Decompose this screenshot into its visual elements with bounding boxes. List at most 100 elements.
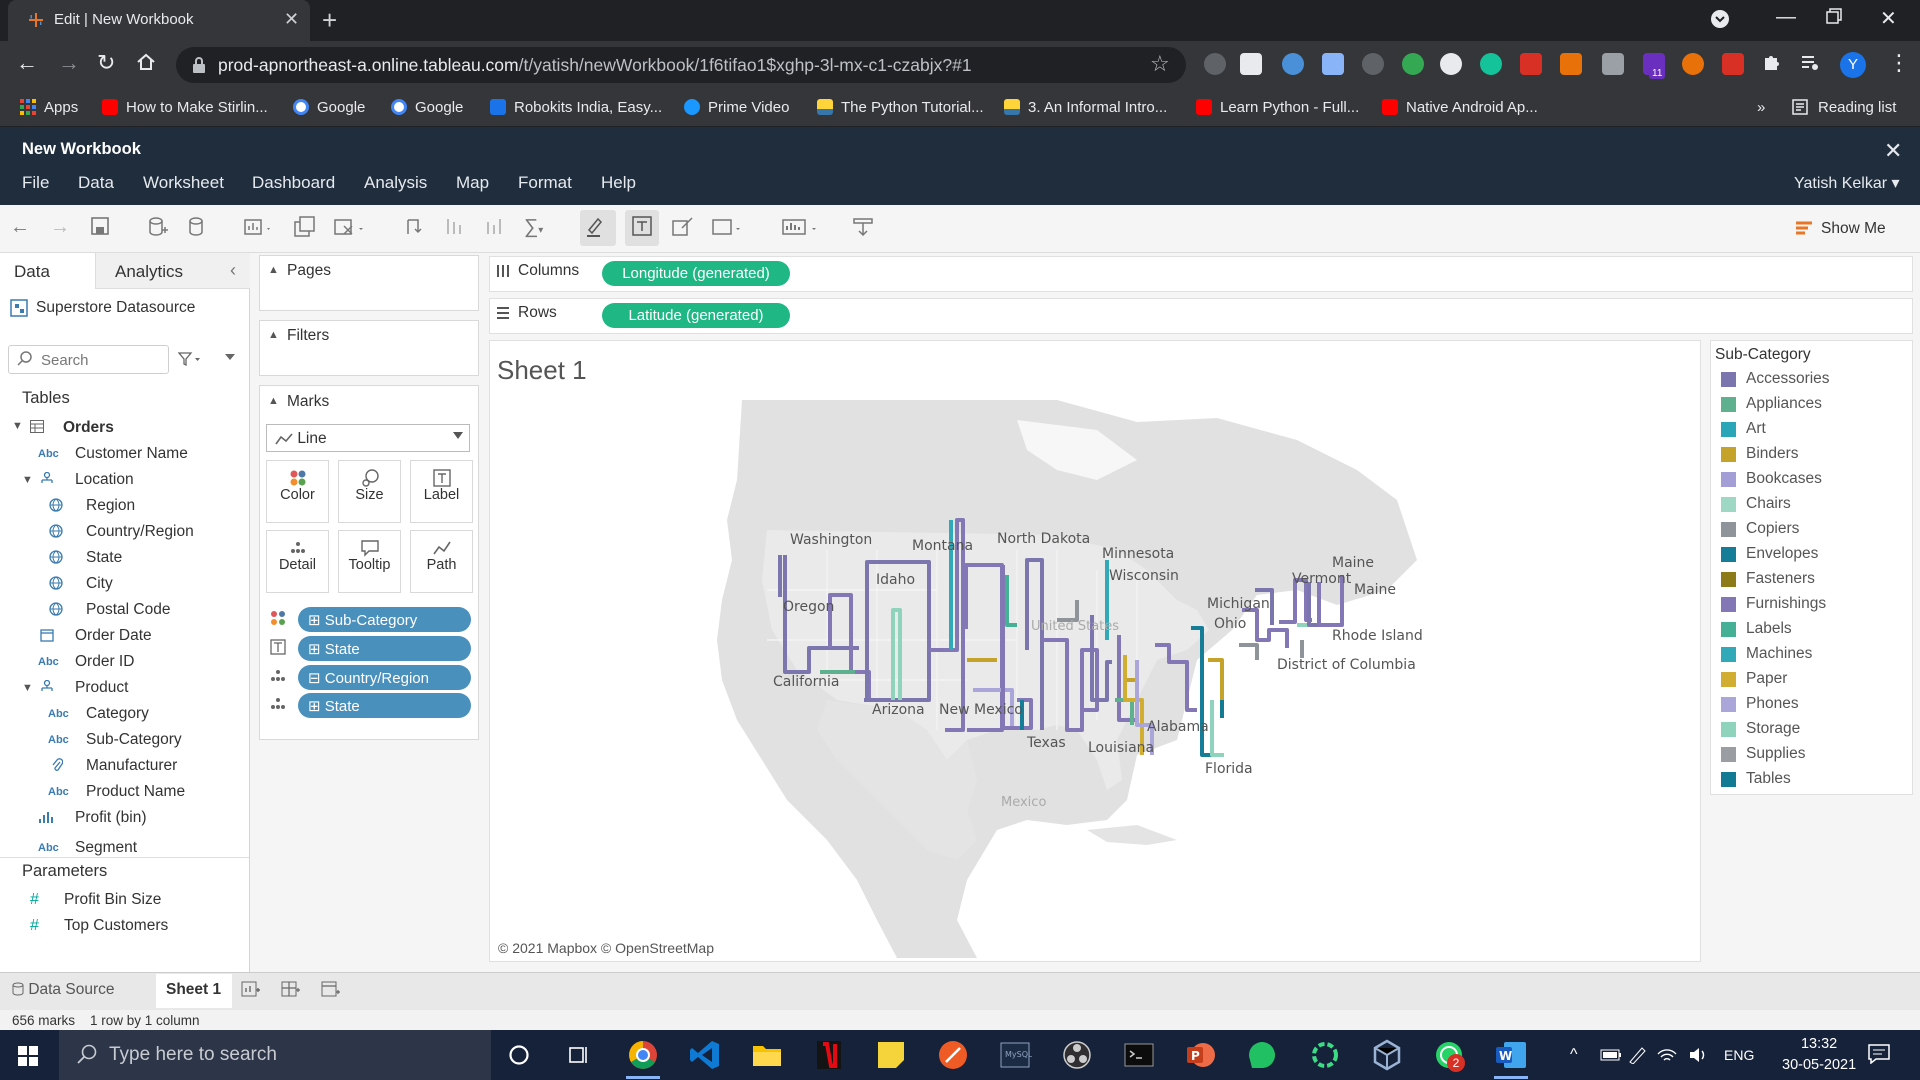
media-control-icon[interactable]: [1800, 52, 1820, 72]
extension-react-icon[interactable]: [1282, 53, 1304, 75]
mark-type-dropdown[interactable]: Line: [266, 424, 470, 452]
more-menu-icon[interactable]: ⋮: [1888, 50, 1910, 76]
extension-icon[interactable]: [1322, 53, 1344, 75]
menu-help[interactable]: Help: [601, 173, 636, 193]
close-editor-icon[interactable]: ✕: [1884, 138, 1902, 164]
tab-search-icon[interactable]: [1710, 9, 1730, 29]
bookmarks-overflow[interactable]: »: [1757, 95, 1765, 119]
tab-data[interactable]: Data: [14, 262, 50, 282]
expand-chevron-icon[interactable]: ▼: [12, 420, 23, 432]
reading-list[interactable]: Reading list: [1792, 95, 1896, 119]
map-line[interactable]: [1239, 643, 1259, 660]
home-icon[interactable]: [136, 52, 156, 72]
restore-icon[interactable]: [1826, 8, 1842, 24]
sort-ascending-icon[interactable]: [444, 216, 466, 238]
field-category[interactable]: Category: [86, 705, 149, 723]
back-icon[interactable]: ←: [16, 50, 38, 76]
new-story-tab-icon[interactable]: [321, 981, 341, 999]
menu-file[interactable]: File: [22, 173, 49, 193]
forward-icon[interactable]: →: [58, 50, 80, 76]
field-order-date[interactable]: Order Date: [75, 627, 152, 645]
bookmark-item[interactable]: How to Make Stirlin...: [102, 95, 268, 119]
new-dashboard-tab-icon[interactable]: [281, 981, 301, 999]
legend-item[interactable]: Fasteners: [1721, 569, 1815, 589]
user-menu[interactable]: Yatish Kelkar ▾: [1794, 173, 1900, 193]
new-tab-icon[interactable]: +: [322, 5, 337, 36]
field-manufacturer[interactable]: Manufacturer: [86, 757, 177, 775]
legend-item[interactable]: Envelopes: [1721, 544, 1818, 564]
menu-worksheet[interactable]: Worksheet: [143, 173, 224, 193]
close-window-icon[interactable]: ✕: [1880, 6, 1897, 31]
file-explorer-taskbar-icon[interactable]: [750, 1038, 784, 1072]
netflix-taskbar-icon[interactable]: [812, 1038, 846, 1072]
menu-format[interactable]: Format: [518, 173, 572, 193]
filter-fields-icon[interactable]: [178, 352, 202, 366]
sort-descending-icon[interactable]: [484, 216, 506, 238]
bookmark-item[interactable]: Robokits India, Easy...: [490, 95, 662, 119]
data-source-tab[interactable]: Data Source: [12, 981, 114, 999]
pill-sub-category[interactable]: ⊞ Sub-Category: [298, 607, 471, 632]
legend-item[interactable]: Supplies: [1721, 744, 1805, 764]
show-hidden-icons-icon[interactable]: ^: [1570, 1046, 1578, 1064]
extension-icon[interactable]: [1440, 53, 1462, 75]
presentation-mode-icon[interactable]: [782, 216, 822, 238]
browser-tab[interactable]: Edit | New Workbook ✕: [8, 0, 310, 41]
extension-icon[interactable]: [1240, 53, 1262, 75]
vscode-taskbar-icon[interactable]: [688, 1038, 722, 1072]
collapse-chevron-icon[interactable]: ▲: [268, 395, 279, 407]
field-city[interactable]: City: [86, 575, 113, 593]
pill-state-label[interactable]: ⊞ State: [298, 636, 471, 661]
sticky-notes-taskbar-icon[interactable]: [874, 1038, 908, 1072]
field-sub-category[interactable]: Sub-Category: [86, 731, 182, 749]
extension-icon[interactable]: [1362, 53, 1384, 75]
extension-icon[interactable]: [1560, 53, 1582, 75]
extension-icon[interactable]: [1682, 53, 1704, 75]
legend-item[interactable]: Accessories: [1721, 369, 1830, 389]
bookmark-item[interactable]: Google: [293, 95, 365, 119]
extensions-puzzle-icon[interactable]: [1762, 52, 1782, 72]
wifi-cloud-icon[interactable]: [1656, 1046, 1678, 1064]
label-button[interactable]: Label: [410, 460, 473, 523]
windows-start-icon[interactable]: [18, 1046, 38, 1066]
legend-item[interactable]: Machines: [1721, 644, 1812, 664]
collapse-chevron-icon[interactable]: ▲: [268, 264, 279, 276]
chat-taskbar-icon[interactable]: [1246, 1038, 1280, 1072]
new-worksheet-icon[interactable]: [244, 216, 272, 238]
bookmark-item[interactable]: Native Android Ap...: [1382, 95, 1538, 119]
bookmark-item[interactable]: Learn Python - Full...: [1196, 95, 1359, 119]
collapse-chevron-icon[interactable]: ▲: [268, 329, 279, 341]
battery-icon[interactable]: [1600, 1049, 1622, 1061]
pill-latitude[interactable]: Latitude (generated): [602, 303, 790, 328]
postman-taskbar-icon[interactable]: [936, 1038, 970, 1072]
view-options-icon[interactable]: [224, 352, 236, 362]
expand-chevron-icon[interactable]: ▼: [22, 682, 33, 694]
extension-icon[interactable]: [1402, 53, 1424, 75]
legend-item[interactable]: Chairs: [1721, 494, 1791, 514]
pause-updates-icon[interactable]: [187, 216, 209, 238]
redo-icon[interactable]: →: [50, 216, 70, 239]
new-datasource-icon[interactable]: [147, 216, 169, 238]
volume-icon[interactable]: [1688, 1046, 1708, 1064]
bookmark-item[interactable]: Google: [391, 95, 463, 119]
language-indicator[interactable]: ENG: [1724, 1047, 1754, 1063]
menu-analysis[interactable]: Analysis: [364, 173, 427, 193]
legend-item[interactable]: Copiers: [1721, 519, 1799, 539]
field-profit-bin[interactable]: Profit (bin): [75, 809, 147, 827]
legend-item[interactable]: Tables: [1721, 769, 1791, 789]
undo-icon[interactable]: ←: [10, 216, 30, 239]
close-tab-icon[interactable]: ✕: [284, 9, 299, 30]
extension-icon[interactable]: [1204, 53, 1226, 75]
legend-item[interactable]: Furnishings: [1721, 594, 1826, 614]
minimize-icon[interactable]: —: [1776, 6, 1796, 29]
legend-item[interactable]: Bookcases: [1721, 469, 1822, 489]
parameter-top-customers[interactable]: Top Customers: [64, 917, 168, 935]
clock[interactable]: 13:32 30-05-2021: [1782, 1034, 1856, 1076]
field-product[interactable]: Product: [75, 679, 128, 697]
legend-item[interactable]: Art: [1721, 419, 1766, 439]
field-customer-name[interactable]: Customer Name: [75, 445, 188, 463]
tooltip-button[interactable]: Tooltip: [338, 530, 401, 593]
field-location[interactable]: Location: [75, 471, 134, 489]
legend-item[interactable]: Binders: [1721, 444, 1799, 464]
field-order-id[interactable]: Order ID: [75, 653, 134, 671]
save-icon[interactable]: [90, 216, 110, 236]
